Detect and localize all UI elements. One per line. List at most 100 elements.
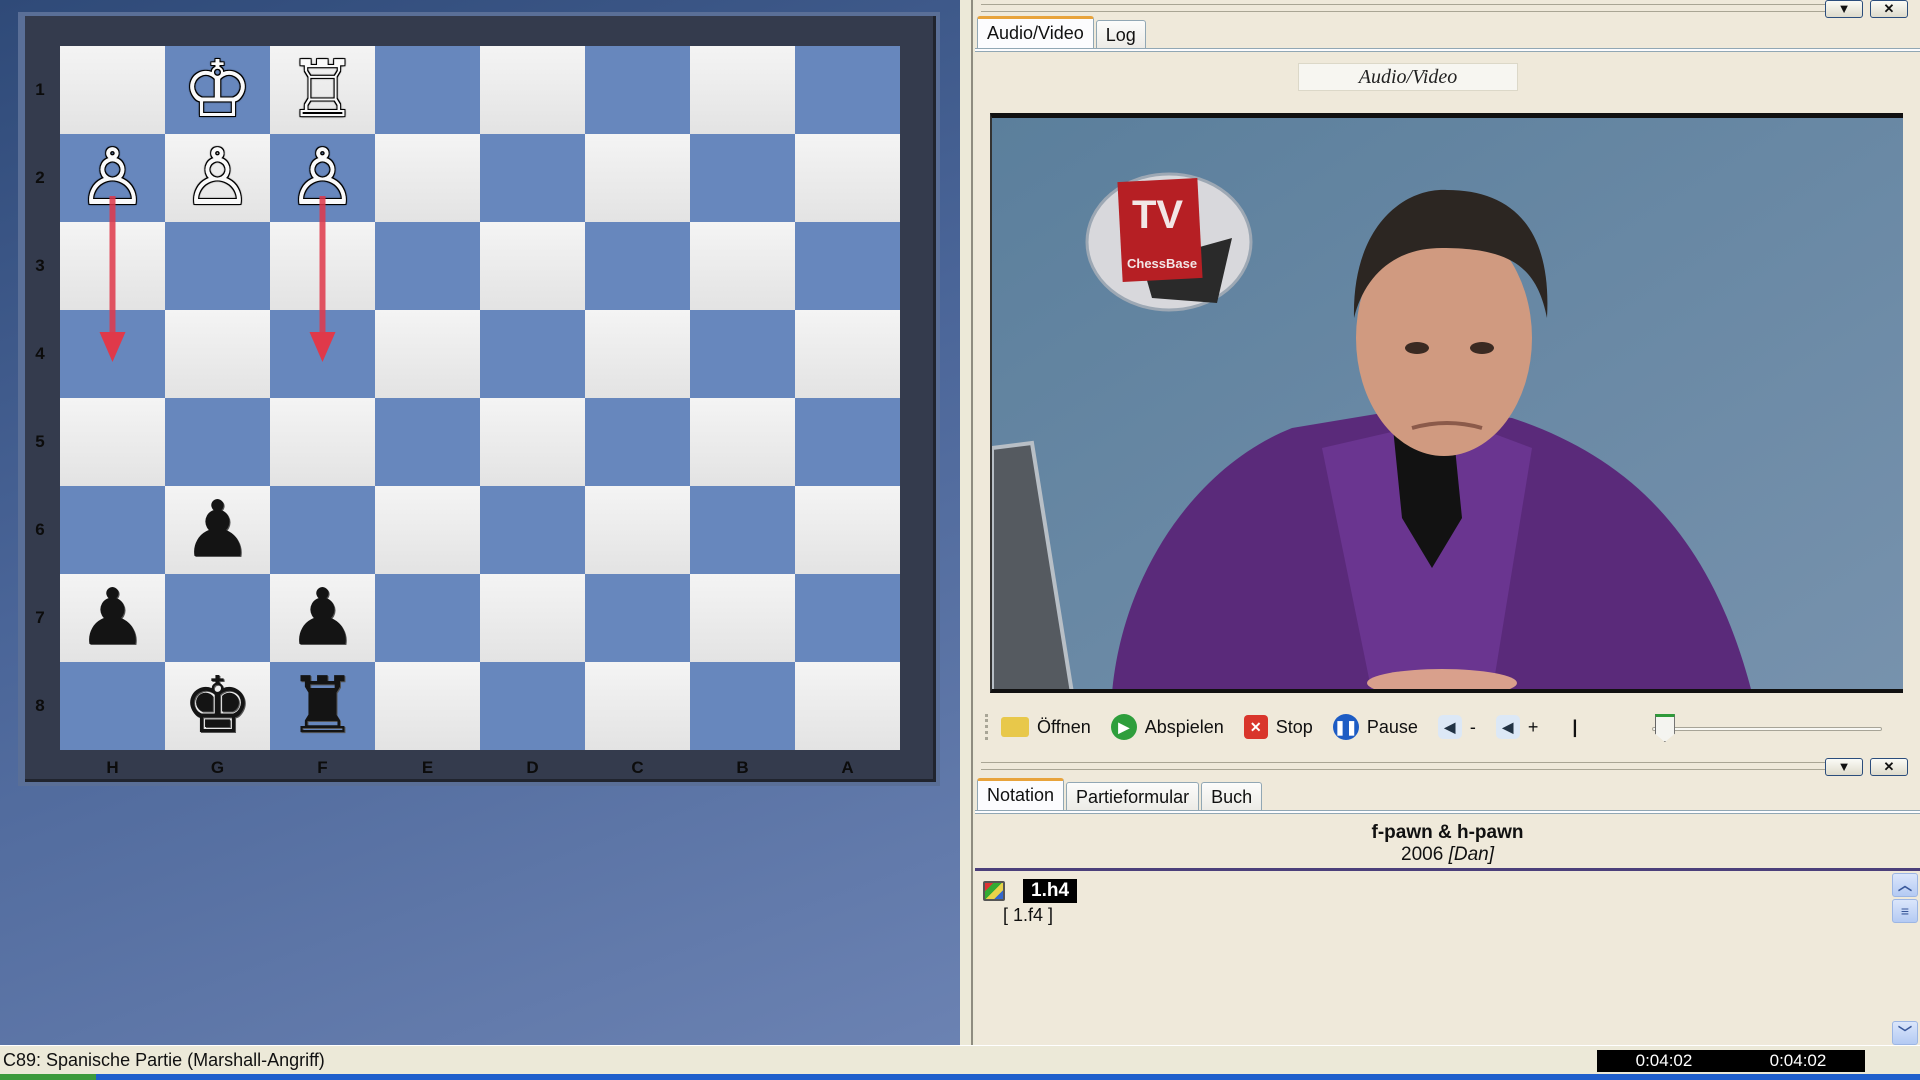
notation-pane-titlebar[interactable]: ▼ ✕	[975, 758, 1920, 778]
notation-scrollbar[interactable]: ︿ ≡ ﹀	[1890, 871, 1918, 1048]
square-e7[interactable]	[375, 574, 480, 662]
square-f6[interactable]	[270, 486, 375, 574]
square-c1[interactable]	[585, 46, 690, 134]
current-move[interactable]: 1.h4	[1023, 879, 1078, 903]
square-f3[interactable]	[270, 222, 375, 310]
square-e5[interactable]	[375, 398, 480, 486]
black-pawn-icon[interactable]: ♟	[183, 491, 253, 569]
square-d1[interactable]	[480, 46, 585, 134]
tab-partieformular[interactable]: Partieformular	[1066, 782, 1200, 810]
square-e6[interactable]	[375, 486, 480, 574]
av-pane-menu-button[interactable]: ▼	[1825, 0, 1863, 18]
square-d5[interactable]	[480, 398, 585, 486]
square-b7[interactable]	[690, 574, 795, 662]
square-f2[interactable]: ♙	[270, 134, 375, 222]
seek-slider-track[interactable]	[1652, 727, 1882, 731]
pane-splitter[interactable]	[960, 0, 973, 1045]
square-c6[interactable]	[585, 486, 690, 574]
square-h6[interactable]	[60, 486, 165, 574]
square-f8[interactable]: ♜	[270, 662, 375, 750]
square-b5[interactable]	[690, 398, 795, 486]
volume-up-button[interactable]: ◀ +	[1495, 715, 1538, 739]
video-player[interactable]: TV ChessBase	[990, 113, 1903, 693]
square-c4[interactable]	[585, 310, 690, 398]
white-pawn-icon[interactable]: ♙	[78, 139, 148, 217]
start-button[interactable]	[0, 1074, 96, 1080]
play-button[interactable]: ▶ Abspielen	[1110, 714, 1224, 740]
square-e4[interactable]	[375, 310, 480, 398]
square-a6[interactable]	[795, 486, 900, 574]
tab-buch[interactable]: Buch	[1201, 782, 1263, 810]
square-h7[interactable]: ♟	[60, 574, 165, 662]
square-h2[interactable]: ♙	[60, 134, 165, 222]
notation-pane-close-button[interactable]: ✕	[1870, 758, 1908, 776]
notation-area[interactable]: 1.h4 [ 1.f4 ] ︿ ≡ ﹀	[975, 868, 1920, 1045]
white-pawn-icon[interactable]: ♙	[288, 139, 358, 217]
square-g2[interactable]: ♙	[165, 134, 270, 222]
black-pawn-icon[interactable]: ♟	[288, 579, 358, 657]
square-c3[interactable]	[585, 222, 690, 310]
square-a1[interactable]	[795, 46, 900, 134]
square-d3[interactable]	[480, 222, 585, 310]
black-rook-icon[interactable]: ♜	[288, 667, 358, 745]
square-g8[interactable]: ♚	[165, 662, 270, 750]
tab-notation[interactable]: Notation	[977, 778, 1065, 810]
square-g3[interactable]	[165, 222, 270, 310]
square-d2[interactable]	[480, 134, 585, 222]
white-king-icon[interactable]: ♔	[183, 51, 253, 129]
square-a8[interactable]	[795, 662, 900, 750]
square-e2[interactable]	[375, 134, 480, 222]
square-f5[interactable]	[270, 398, 375, 486]
square-h4[interactable]	[60, 310, 165, 398]
square-b2[interactable]	[690, 134, 795, 222]
square-a2[interactable]	[795, 134, 900, 222]
chess-board[interactable]: ♔ ♖ ♙ ♙ ♙ ♟ ♟ ♟ ♚ ♜	[60, 46, 900, 750]
square-d8[interactable]	[480, 662, 585, 750]
square-c8[interactable]	[585, 662, 690, 750]
square-f7[interactable]: ♟	[270, 574, 375, 662]
square-a4[interactable]	[795, 310, 900, 398]
square-g5[interactable]	[165, 398, 270, 486]
scroll-up-button[interactable]: ︿	[1892, 873, 1918, 897]
diagram-icon[interactable]	[983, 881, 1005, 901]
square-g7[interactable]	[165, 574, 270, 662]
square-e8[interactable]	[375, 662, 480, 750]
square-e1[interactable]	[375, 46, 480, 134]
square-f4[interactable]	[270, 310, 375, 398]
toolbar-grip[interactable]	[985, 714, 989, 740]
square-c2[interactable]	[585, 134, 690, 222]
tab-audio-video[interactable]: Audio/Video	[977, 16, 1094, 48]
square-g4[interactable]	[165, 310, 270, 398]
square-c5[interactable]	[585, 398, 690, 486]
square-b6[interactable]	[690, 486, 795, 574]
black-pawn-icon[interactable]: ♟	[78, 579, 148, 657]
square-d4[interactable]	[480, 310, 585, 398]
square-d7[interactable]	[480, 574, 585, 662]
square-b3[interactable]	[690, 222, 795, 310]
square-a3[interactable]	[795, 222, 900, 310]
notation-pane-menu-button[interactable]: ▼	[1825, 758, 1863, 776]
white-rook-icon[interactable]: ♖	[288, 51, 358, 129]
square-b8[interactable]	[690, 662, 795, 750]
av-pane-close-button[interactable]: ✕	[1870, 0, 1908, 18]
pause-button[interactable]: ❚❚ Pause	[1332, 714, 1418, 740]
white-pawn-icon[interactable]: ♙	[183, 139, 253, 217]
square-h3[interactable]	[60, 222, 165, 310]
black-king-icon[interactable]: ♚	[183, 667, 253, 745]
square-h1[interactable]	[60, 46, 165, 134]
square-g6[interactable]: ♟	[165, 486, 270, 574]
square-g1[interactable]: ♔	[165, 46, 270, 134]
square-a5[interactable]	[795, 398, 900, 486]
square-h5[interactable]	[60, 398, 165, 486]
stop-button[interactable]: ✕ Stop	[1243, 715, 1313, 739]
square-c7[interactable]	[585, 574, 690, 662]
volume-down-button[interactable]: ◀ -	[1437, 715, 1476, 739]
open-button[interactable]: Öffnen	[1001, 717, 1091, 738]
square-a7[interactable]	[795, 574, 900, 662]
square-e3[interactable]	[375, 222, 480, 310]
square-b4[interactable]	[690, 310, 795, 398]
scroll-thumb[interactable]: ≡	[1892, 899, 1918, 923]
scroll-down-button[interactable]: ﹀	[1892, 1021, 1918, 1045]
variation-move[interactable]: [ 1.f4 ]	[1003, 905, 1053, 926]
square-f1[interactable]: ♖	[270, 46, 375, 134]
